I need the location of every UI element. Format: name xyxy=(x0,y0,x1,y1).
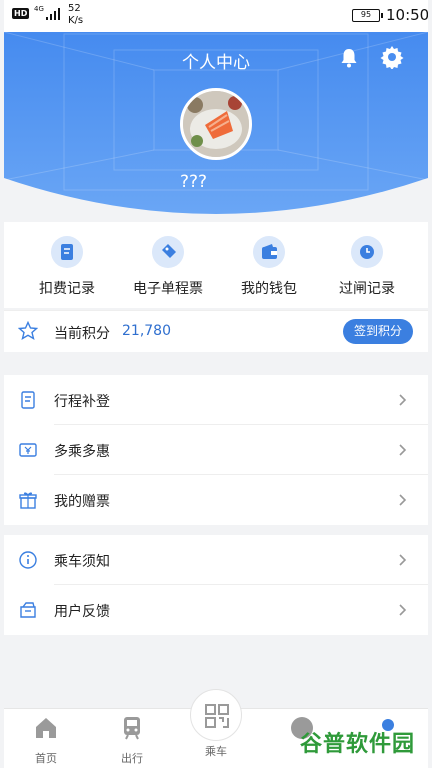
quick-action-label: 电子单程票 xyxy=(133,281,203,297)
chevron-right-icon xyxy=(399,604,407,616)
battery-icon: 95 xyxy=(352,9,383,22)
menu-item-riding-notice[interactable]: 乘车须知 xyxy=(4,535,428,585)
menu-group-help: 乘车须知 用户反馈 xyxy=(4,535,428,635)
quick-action-gate-records[interactable]: 过闸记录 xyxy=(314,236,420,298)
points-label: 当前积分 xyxy=(54,326,110,342)
wallet-icon xyxy=(253,236,285,268)
network-type: 4G xyxy=(34,5,44,13)
avatar[interactable] xyxy=(180,88,252,160)
ticket-icon xyxy=(152,236,184,268)
username: ??? xyxy=(180,172,208,192)
network-speed: 52 K/s xyxy=(68,3,83,27)
menu-item-label: 多乘多惠 xyxy=(54,444,110,460)
tab-travel[interactable]: 出行 xyxy=(102,715,162,766)
feedback-icon xyxy=(20,602,36,618)
tab-home[interactable]: 首页 xyxy=(16,715,76,766)
quick-action-deduction-records[interactable]: 扣费记录 xyxy=(14,236,120,298)
profile-header: HD 4G 52 K/s 95 10:50 个人中心 ??? xyxy=(4,0,428,220)
gift-icon xyxy=(19,492,37,509)
speed-value: 52 xyxy=(68,3,81,14)
tab-label: 乘车 xyxy=(205,745,227,758)
menu-item-label: 行程补登 xyxy=(54,394,110,410)
receipt-icon xyxy=(51,236,83,268)
menu-item-multi-ride-discount[interactable]: 多乘多惠 xyxy=(4,425,428,475)
train-icon xyxy=(124,717,140,740)
tab-label: 首页 xyxy=(35,752,57,765)
watermark: 谷普软件园 xyxy=(300,732,416,757)
quick-action-wallet[interactable]: 我的钱包 xyxy=(216,236,322,298)
tab-ride[interactable]: 乘车 xyxy=(186,743,246,759)
ride-qr-button[interactable] xyxy=(190,689,242,741)
menu-item-user-feedback[interactable]: 用户反馈 xyxy=(4,585,428,635)
quick-action-label: 扣费记录 xyxy=(39,281,95,297)
status-bar: HD 4G 52 K/s 95 10:50 xyxy=(4,0,428,32)
menu-item-gift-tickets[interactable]: 我的赠票 xyxy=(4,475,428,525)
quick-action-label: 我的钱包 xyxy=(241,281,297,297)
menu-item-label: 我的赠票 xyxy=(54,494,110,510)
menu-item-trip-supplement[interactable]: 行程补登 xyxy=(4,375,428,425)
clock-icon xyxy=(351,236,383,268)
quick-action-label: 过闸记录 xyxy=(339,281,395,297)
signal-icon xyxy=(46,8,60,20)
points-row: 当前积分 21,780 签到积分 xyxy=(4,310,428,352)
menu-item-label: 用户反馈 xyxy=(54,604,110,620)
points-value: 21,780 xyxy=(122,323,171,339)
hd-indicator: HD xyxy=(12,8,30,19)
home-icon xyxy=(36,718,56,738)
menu-group-trips: 行程补登 多乘多惠 我的赠票 xyxy=(4,375,428,525)
menu-item-label: 乘车须知 xyxy=(54,554,110,570)
info-icon xyxy=(19,551,37,569)
clock: 10:50 xyxy=(386,6,428,24)
bell-icon[interactable] xyxy=(340,48,358,68)
tab-label: 出行 xyxy=(121,752,143,765)
avatar-image xyxy=(183,91,249,157)
star-icon xyxy=(18,321,38,340)
sign-in-points-button[interactable]: 签到积分 xyxy=(343,319,413,344)
chevron-right-icon xyxy=(399,394,407,406)
gear-icon[interactable] xyxy=(380,45,404,69)
document-icon xyxy=(21,391,35,409)
coupon-icon xyxy=(19,443,37,457)
quick-actions: 扣费记录 电子单程票 我的钱包 过闸记录 xyxy=(4,222,428,308)
chevron-right-icon xyxy=(399,554,407,566)
chevron-right-icon xyxy=(399,494,407,506)
speed-unit: K/s xyxy=(68,15,84,26)
chevron-right-icon xyxy=(399,444,407,456)
page-title: 个人中心 xyxy=(182,53,250,73)
quick-action-e-ticket[interactable]: 电子单程票 xyxy=(115,236,221,298)
qr-code-icon xyxy=(205,704,229,728)
